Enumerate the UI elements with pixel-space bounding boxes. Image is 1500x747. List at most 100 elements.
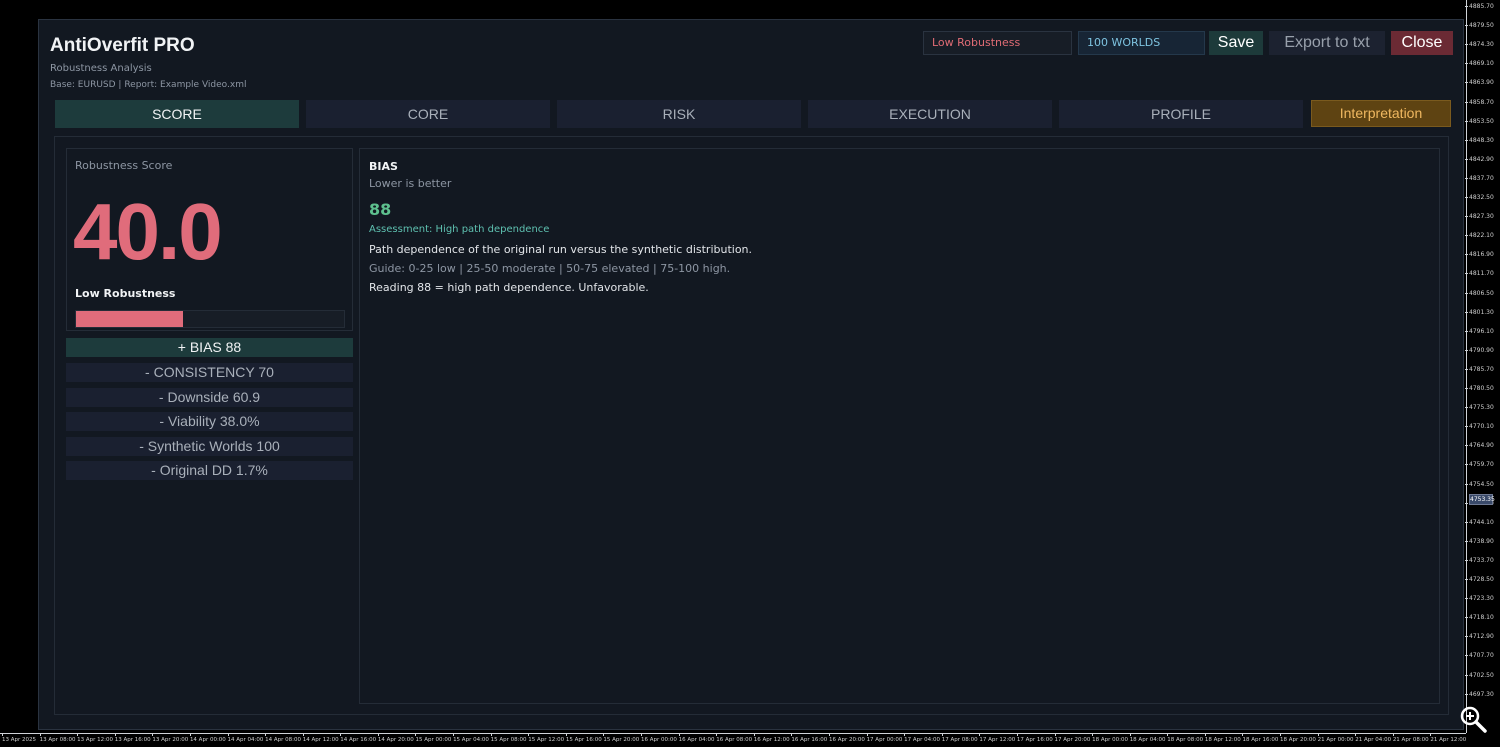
detail-value: 88 bbox=[369, 200, 392, 219]
app-subtitle: Robustness Analysis bbox=[50, 63, 152, 74]
report-meta: Base: EURUSD | Report: Example Video.xml bbox=[50, 80, 247, 90]
price-tick: 4728.50 bbox=[1465, 576, 1494, 583]
score-progress-bar bbox=[75, 310, 345, 328]
tab-score[interactable]: SCORE bbox=[55, 100, 299, 128]
metric-row-viability[interactable]: - Viability 38.0% bbox=[66, 412, 353, 431]
time-tick: 14 Apr 00:00 bbox=[189, 734, 226, 743]
detail-description: Path dependence of the original run vers… bbox=[369, 243, 753, 256]
price-tick: 4879.50 bbox=[1465, 22, 1494, 30]
time-tick: 18 Apr 20:00 bbox=[1280, 734, 1316, 743]
zoom-icon[interactable] bbox=[1458, 704, 1488, 734]
price-tick: 4718.10 bbox=[1465, 614, 1494, 622]
time-tick: 17 Apr 04:00 bbox=[904, 734, 941, 743]
score-progress-fill bbox=[76, 311, 184, 327]
price-tick: 4733.70 bbox=[1465, 556, 1494, 564]
price-tick: 4770.10 bbox=[1465, 423, 1494, 431]
time-tick: 16 Apr 12:00 bbox=[753, 734, 790, 743]
price-tick: 4874.30 bbox=[1465, 41, 1494, 49]
score-rating: Low Robustness bbox=[75, 287, 176, 300]
metric-row-bias[interactable]: + BIAS 88 bbox=[66, 338, 353, 357]
detail-assessment: Assessment: High path dependence bbox=[369, 224, 550, 235]
time-tick: 18 Apr 12:00 bbox=[1204, 734, 1241, 743]
time-tick: 15 Apr 04:00 bbox=[453, 734, 489, 743]
price-tick: 4848.30 bbox=[1465, 136, 1494, 144]
detail-pane: BIAS Lower is better 88 Assessment: High… bbox=[359, 148, 1440, 704]
time-tick: 15 Apr 00:00 bbox=[415, 734, 452, 743]
metric-row-consistency[interactable]: - CONSISTENCY 70 bbox=[66, 363, 353, 382]
time-tick: 13 Apr 2025 bbox=[2, 734, 37, 743]
price-tick: 4738.90 bbox=[1465, 537, 1494, 545]
score-card: Robustness Score 40.0 Low Robustness bbox=[66, 148, 353, 331]
score-value: 40.0 bbox=[73, 187, 223, 276]
time-tick: 13 Apr 08:00 bbox=[39, 734, 76, 743]
time-tick: 14 Apr 04:00 bbox=[227, 734, 264, 743]
detail-reading: Reading 88 = high path dependence. Unfav… bbox=[369, 281, 649, 294]
time-tick: 21 Apr 04:00 bbox=[1355, 734, 1392, 743]
time-axis: 13 Apr 2025 13 Apr 08:00 13 Apr 12:00 13 Ap… bbox=[0, 733, 1466, 747]
price-tick: 4707.70 bbox=[1465, 652, 1494, 660]
detail-hint: Lower is better bbox=[369, 177, 452, 190]
time-tick: 14 Apr 08:00 bbox=[265, 734, 301, 743]
price-tick: 4885.70 bbox=[1465, 3, 1494, 10]
price-marker: 4753.35 bbox=[1469, 494, 1495, 505]
price-tick: 4744.10 bbox=[1465, 518, 1494, 526]
time-tick: 16 Apr 20:00 bbox=[828, 734, 865, 743]
price-tick: 4816.90 bbox=[1465, 251, 1494, 259]
time-tick: 13 Apr 20:00 bbox=[152, 734, 189, 743]
price-tick: 4712.90 bbox=[1465, 633, 1494, 641]
time-tick: 15 Apr 12:00 bbox=[528, 734, 565, 743]
metric-row-downside[interactable]: - Downside 60.9 bbox=[66, 388, 353, 407]
price-tick: 4764.90 bbox=[1465, 442, 1494, 450]
time-tick: 17 Apr 00:00 bbox=[866, 734, 903, 743]
price-tick: 4832.50 bbox=[1465, 194, 1494, 201]
time-tick: 13 Apr 12:00 bbox=[77, 734, 114, 743]
time-tick: 18 Apr 00:00 bbox=[1092, 734, 1128, 743]
tab-profile[interactable]: PROFILE bbox=[1059, 100, 1303, 128]
content-frame: Robustness Score 40.0 Low Robustness + B… bbox=[54, 136, 1449, 715]
price-tick: 4837.70 bbox=[1465, 174, 1494, 182]
time-tick: 17 Apr 16:00 bbox=[1016, 734, 1053, 743]
price-tick: 4790.90 bbox=[1465, 346, 1494, 354]
price-tick: 4801.30 bbox=[1465, 308, 1494, 316]
time-tick: 21 Apr 12:00 bbox=[1430, 734, 1466, 743]
price-tick: 4759.70 bbox=[1465, 461, 1494, 469]
time-tick: 16 Apr 08:00 bbox=[716, 734, 753, 743]
save-button[interactable]: Save bbox=[1209, 31, 1263, 55]
metric-row-original-dd[interactable]: - Original DD 1.7% bbox=[66, 461, 353, 480]
export-button[interactable]: Export to txt bbox=[1269, 31, 1385, 55]
metric-row-synthetic-worlds[interactable]: - Synthetic Worlds 100 bbox=[66, 437, 353, 456]
price-tick: 4811.70 bbox=[1465, 270, 1494, 278]
time-tick: 17 Apr 20:00 bbox=[1054, 734, 1091, 743]
time-tick: 15 Apr 16:00 bbox=[565, 734, 602, 743]
tab-risk[interactable]: RISK bbox=[557, 100, 801, 128]
interpretation-button[interactable]: Interpretation bbox=[1311, 100, 1451, 127]
price-tick: 4863.90 bbox=[1465, 79, 1494, 87]
price-tick: 4702.50 bbox=[1465, 671, 1494, 679]
close-button[interactable]: Close bbox=[1391, 31, 1453, 55]
detail-guide: Guide: 0-25 low | 25-50 moderate | 50-75… bbox=[369, 262, 731, 275]
price-axis: 4885.70 4879.50 4874.30 4869.10 4863.90 4858.… bbox=[1465, 0, 1500, 733]
time-tick: 16 Apr 16:00 bbox=[791, 734, 828, 743]
time-tick: 18 Apr 04:00 bbox=[1129, 734, 1166, 743]
price-tick: 4697.30 bbox=[1465, 690, 1494, 698]
price-tick: 4827.30 bbox=[1465, 213, 1494, 221]
time-tick: 15 Apr 20:00 bbox=[603, 734, 640, 743]
price-tick: 4775.30 bbox=[1465, 404, 1494, 412]
tab-core[interactable]: CORE bbox=[306, 100, 550, 128]
time-tick: 18 Apr 08:00 bbox=[1167, 734, 1204, 743]
price-tick: 4822.10 bbox=[1465, 232, 1494, 240]
status-badge: Low Robustness bbox=[923, 31, 1072, 55]
time-tick: 15 Apr 08:00 bbox=[490, 734, 527, 743]
time-tick: 14 Apr 12:00 bbox=[302, 734, 339, 743]
price-tick: 4785.70 bbox=[1465, 365, 1494, 373]
price-tick: 4853.50 bbox=[1465, 117, 1494, 125]
score-label: Robustness Score bbox=[75, 159, 173, 172]
analysis-panel: AntiOverfit PRO Robustness Analysis Base… bbox=[38, 19, 1464, 730]
detail-title: BIAS bbox=[369, 160, 398, 173]
time-tick: 13 Apr 16:00 bbox=[114, 734, 151, 743]
price-tick: 4806.50 bbox=[1465, 289, 1494, 297]
price-tick: 4842.90 bbox=[1465, 155, 1494, 163]
tab-execution[interactable]: EXECUTION bbox=[808, 100, 1052, 128]
time-tick: 16 Apr 00:00 bbox=[641, 734, 677, 743]
time-tick: 21 Apr 08:00 bbox=[1392, 734, 1429, 743]
